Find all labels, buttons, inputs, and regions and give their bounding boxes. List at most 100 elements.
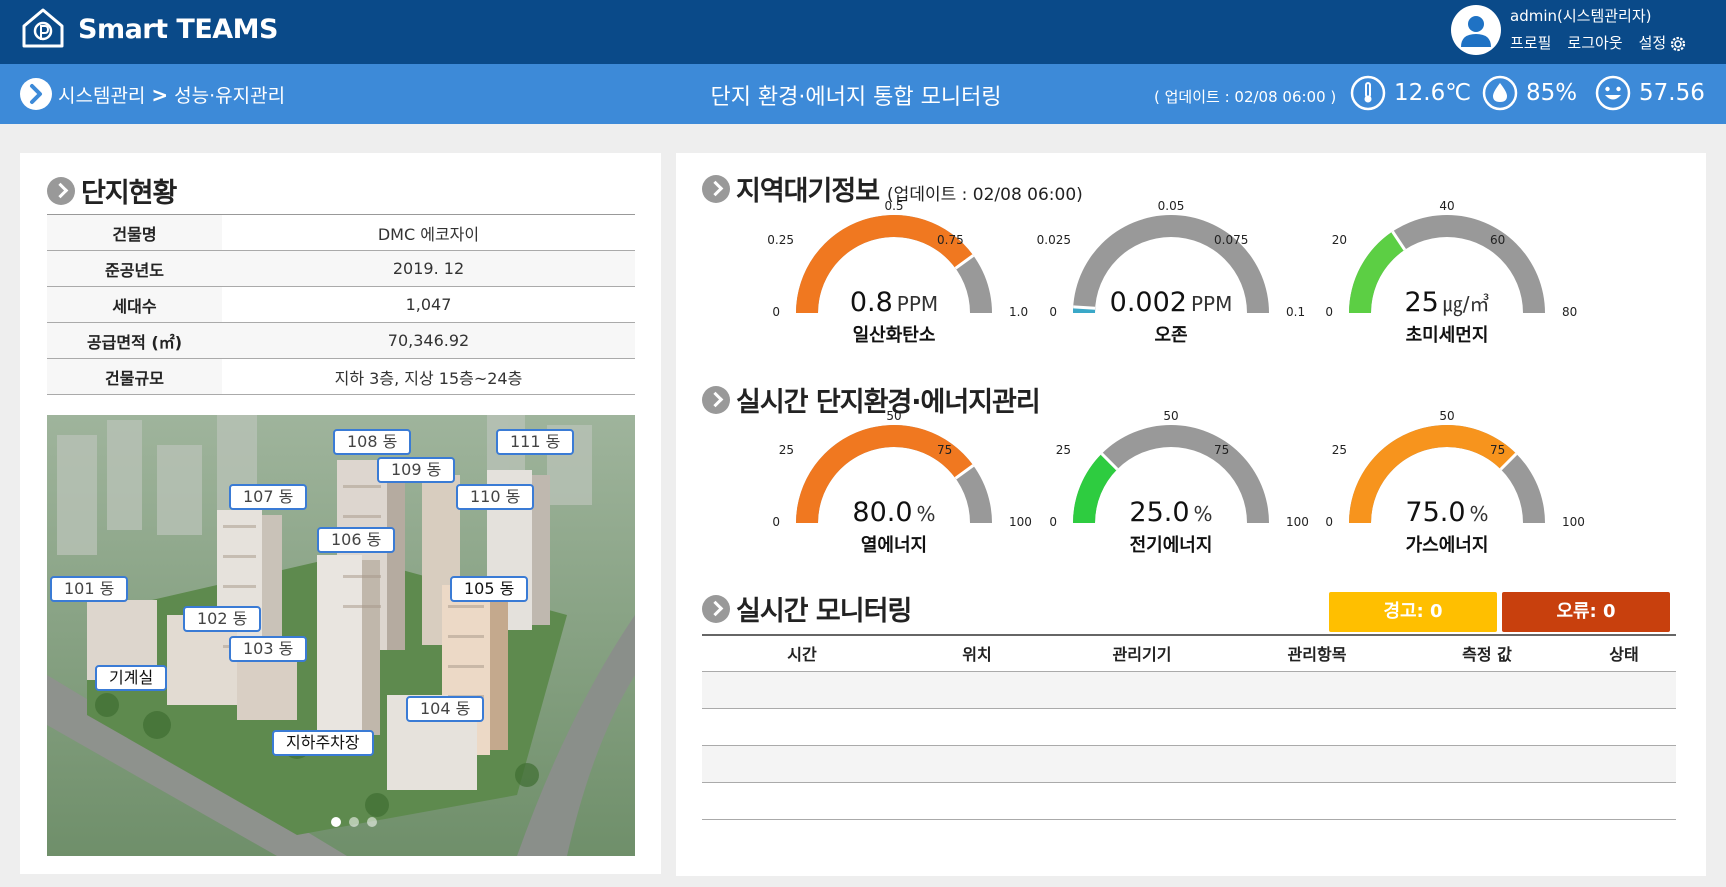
gauge-value: 0.8 PPM [774,287,1014,318]
empty-cell [702,745,1676,783]
table-row [702,782,1676,820]
info-value: 70,346.92 [222,322,635,359]
humidity-readout: 85% [1482,75,1577,111]
building-tag-104[interactable]: 104 동 [406,696,485,722]
gauge-ozone: 0 0.025 0.05 0.075 0.1 0.002 PPM 오존 [1037,199,1305,351]
settings-link[interactable]: 설정 [1639,32,1689,54]
error-count-badge[interactable]: 오류: 0 [1502,592,1670,632]
gauge-tick-label: 0.25 [767,233,794,247]
gauge-label: 가스에너지 [1405,535,1489,556]
building-tag-106[interactable]: 106 동 [317,527,396,553]
monitor-section-header: 실시간 모니터링 [702,589,912,628]
gauge-tick-label: 75 [937,443,953,457]
info-key: 건물규모 [47,358,222,395]
building-tag-102[interactable]: 102 동 [183,606,262,632]
info-value: 2019. 12 [222,250,635,287]
table-row: 공급면적 (㎡) 70,346.92 [47,322,635,359]
building-tag-111[interactable]: 111 동 [496,429,575,455]
building-tag-108[interactable]: 108 동 [333,429,412,455]
column-header[interactable]: 관리항목 [1232,635,1402,672]
carousel-dot[interactable] [367,817,377,827]
page-title: 단지 환경·에너지 통합 모니터링 [710,85,1002,110]
profile-link[interactable]: 프로필 [1510,32,1551,53]
user-icon [1461,16,1491,47]
comfort-value: 57.56 [1639,80,1705,106]
gauge-value: 75.0% [1327,497,1567,528]
table-row: 세대수 1,047 [47,286,635,323]
breadcrumb-system[interactable]: 시스템관리 [58,81,145,108]
building-tag-107[interactable]: 107 동 [229,484,308,510]
gauge-unit: % [1469,502,1489,526]
gauge-pm25: 0 20 40 60 80 25 ㎍/㎥ 초미세먼지 [1325,199,1577,351]
gauge-unit: PPM [896,292,939,316]
table-row: 준공년도 2019. 12 [47,250,635,287]
table-row: 건물규모 지하 3층, 지상 15층~24층 [47,358,635,395]
gauge-tick-label: 25 [1331,443,1347,457]
gauge-label: 초미세먼지 [1405,325,1489,346]
gauge-value-number: 25.0 [1129,497,1190,528]
monitor-title: 실시간 모니터링 [736,596,912,627]
humidity-value: 85% [1526,80,1578,106]
info-key: 건물명 [47,214,222,251]
machine-room-tag[interactable]: 기계실 [95,665,168,691]
breadcrumb: 시스템관리 > 성능·유지관리 [58,81,285,108]
carousel-dot[interactable] [349,817,359,827]
temperature-readout: 12.6℃ [1350,75,1471,111]
column-header[interactable]: 측정 값 [1402,635,1572,672]
section-bullet-icon [702,594,730,623]
gauge-tick-label: 0.075 [1214,233,1249,247]
gauge-value-number: 0.002 [1109,287,1187,318]
gauge-unit: ㎍/㎥ [1442,292,1490,316]
complex-title: 단지현황 [81,178,177,209]
chevron-right-icon[interactable] [20,78,52,110]
home-logo-icon[interactable] [20,6,66,50]
column-header[interactable]: 위치 [902,635,1052,672]
temperature-value: 12.6℃ [1394,80,1472,106]
gauge-value: 80.0% [774,497,1014,528]
gauge-value-number: 75.0 [1405,497,1466,528]
info-value: DMC 에코자이 [222,214,635,251]
breadcrumb-maintenance[interactable]: 성능·유지관리 [174,81,285,108]
carousel-dot[interactable] [331,817,341,827]
gauge-unit: % [1193,502,1213,526]
building-tag-101[interactable]: 101 동 [50,576,129,602]
avatar[interactable] [1451,5,1501,55]
complex-panel: 단지현황 건물명 DMC 에코자이 준공년도 2019. 12 세대수 1,047 공… [20,153,661,874]
gauge-tick-label: 25 [1055,443,1071,457]
section-bullet-icon [702,385,730,414]
gauge-tick-label: 60 [1490,233,1506,247]
gauge-value: 0.002 PPM [1051,287,1291,318]
table-row [702,745,1676,783]
section-bullet-icon [47,176,75,205]
building-tag-105[interactable]: 105 동 [450,576,529,602]
gear-icon [1671,36,1686,51]
monitoring-panel: 지역대기정보 (업데이트 : 02/08 06:00) 0 0.25 0.5 0.75… [676,153,1706,876]
logout-link[interactable]: 로그아웃 [1567,32,1622,53]
info-key: 세대수 [47,286,222,323]
gauge-tick-label: 20 [1331,233,1347,247]
column-header[interactable]: 상태 [1572,635,1676,672]
table-header-row: 시간 위치 관리기기 관리항목 측정 값 상태 [702,635,1676,672]
complex-aerial-map: 108 동 111 동 109 동 107 동 110 동 106 동 101 … [47,415,635,856]
user-name: admin(시스템관리자) [1510,7,1652,25]
building-tag-109[interactable]: 109 동 [377,457,456,483]
empty-cell [702,708,1676,746]
column-header[interactable]: 관리기기 [1052,635,1232,672]
gauge-label: 열에너지 [860,535,928,556]
warning-count-badge[interactable]: 경고: 0 [1329,592,1497,632]
gauge-tick-label: 40 [1439,199,1455,213]
empty-cell [702,671,1676,709]
breadcrumb-separator-icon: > [151,82,169,107]
column-header[interactable]: 시간 [702,635,902,672]
gauge-value: 25.0% [1051,497,1291,528]
info-key: 공급면적 (㎡) [47,322,222,359]
complex-section-header: 단지현황 [47,171,177,210]
gauge-tick-label: 50 [1163,409,1179,423]
building-tag-103[interactable]: 103 동 [229,636,308,662]
gauge-electric: 0 25 50 75 100 25.0% 전기에너지 [1049,409,1309,561]
aerial-illustration [47,415,635,856]
building-tag-110[interactable]: 110 동 [456,484,535,510]
gauge-value-number: 80.0 [852,497,913,528]
parking-tag[interactable]: 지하주차장 [272,730,374,756]
gauge-unit: % [916,502,936,526]
